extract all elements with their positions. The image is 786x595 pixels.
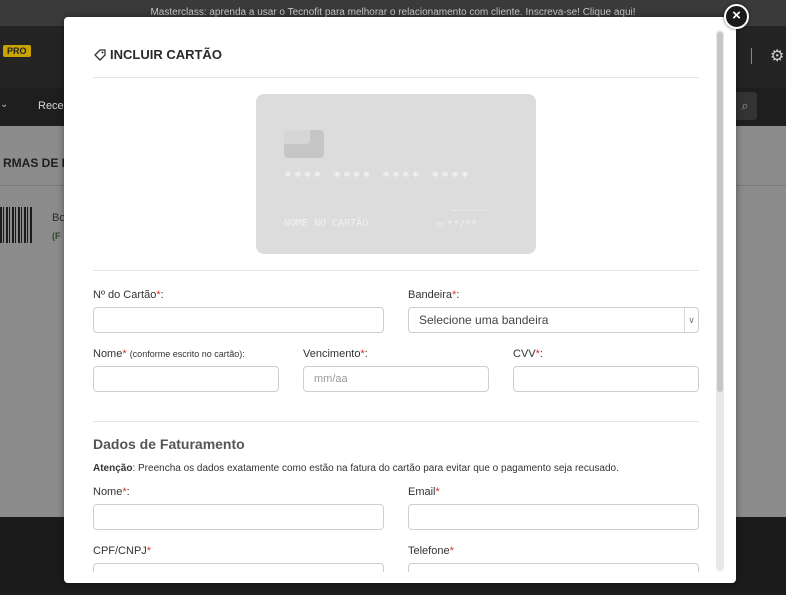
cvv-input[interactable] (513, 366, 699, 392)
cardholder-name-input[interactable] (93, 366, 279, 392)
billing-section-title: Dados de Faturamento (93, 436, 245, 452)
gear-icon[interactable]: ⚙ (770, 46, 784, 66)
expiry-label: Vencimento*: (303, 348, 368, 360)
card-preview-name: NOME NO CARTÃO (284, 218, 369, 229)
card-number-label: Nº do Cartão*: (93, 289, 164, 301)
card-preview-number: **** **** **** **** (284, 170, 471, 185)
brand-select-value: Selecione uma bandeira (419, 313, 549, 327)
card-number-input[interactable] (93, 307, 384, 333)
modal-title: INCLUIR CARTÃO (110, 47, 222, 62)
card-preview: **** **** **** **** NOME NO CARTÃO ▭ **/… (256, 94, 536, 254)
list-item-subtitle: (F (52, 231, 61, 241)
billing-email-input[interactable] (408, 504, 699, 530)
modal-scrollbar-thumb[interactable] (717, 32, 723, 392)
barcode-icon (0, 207, 32, 243)
billing-doc-input-clip (93, 563, 384, 572)
billing-email-label: Email* (408, 486, 440, 498)
brand-select[interactable]: Selecione uma bandeira ∨ (408, 307, 699, 333)
title-divider (93, 77, 699, 78)
billing-attention-note: Atenção: Preencha os dados exatamente co… (93, 463, 619, 474)
brand-label: Bandeira*: (408, 289, 460, 301)
billing-phone-input-clip (408, 563, 699, 572)
chevron-down-icon[interactable]: ⌄ (0, 99, 8, 110)
name-label: Nome* (conforme escrito no cartão): (93, 348, 245, 360)
header-divider (751, 48, 752, 64)
nav-item[interactable]: Rece (38, 100, 64, 112)
cvv-label: CVV*: (513, 348, 543, 360)
card-preview-expiry: ▭ **/** (437, 219, 478, 230)
pro-badge: PRO (3, 45, 31, 57)
billing-doc-input[interactable] (93, 563, 384, 572)
expiry-input[interactable] (303, 366, 489, 392)
billing-doc-label: CPF/CNPJ* (93, 545, 152, 557)
card-chip-icon (284, 130, 324, 158)
card-preview-expiry-line (452, 210, 490, 213)
billing-name-label: Nome*: (93, 486, 130, 498)
search-icon[interactable]: ⌕ (733, 92, 757, 120)
card-divider (93, 270, 699, 271)
billing-name-input[interactable] (93, 504, 384, 530)
billing-divider (93, 421, 699, 422)
billing-phone-label: Telefone* (408, 545, 454, 557)
chevron-down-icon: ∨ (684, 308, 698, 332)
billing-phone-input[interactable] (408, 563, 699, 572)
close-button[interactable]: × (724, 4, 749, 29)
